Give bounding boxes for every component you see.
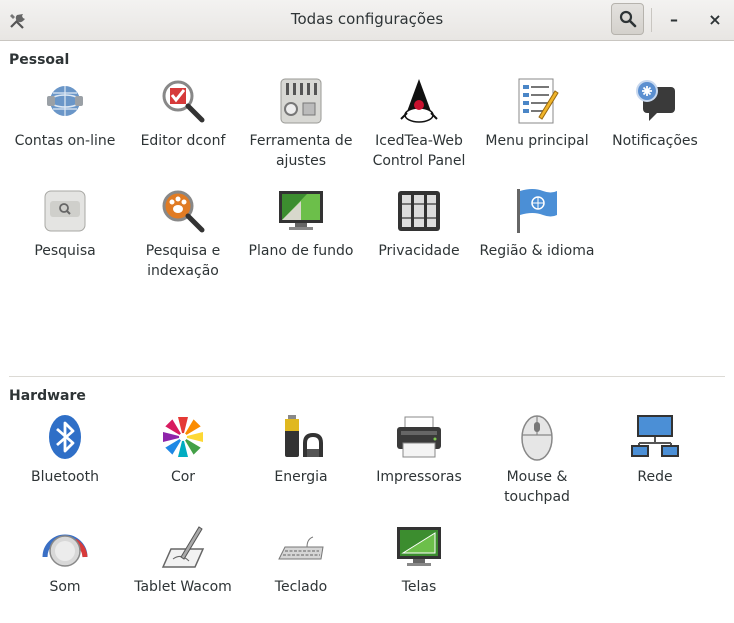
notifications-icon (636, 80, 675, 121)
background-icon (279, 191, 323, 230)
panel-network[interactable]: Rede (596, 413, 714, 487)
keyboard-icon (278, 536, 324, 560)
panel-main-menu[interactable]: Menu principal (478, 77, 596, 151)
section-title-pessoal: Pessoal (9, 52, 70, 68)
search-icon (619, 10, 637, 28)
wacom-tablet-icon (161, 526, 205, 568)
panel-label: IcedTea-Web Control Panel (372, 133, 466, 169)
online-accounts-icon (47, 86, 83, 116)
panel-label: Menu principal (485, 133, 589, 149)
panel-label: Editor dconf (140, 133, 226, 149)
panel-label: Região & idioma (479, 243, 595, 259)
panel-label: Cor (170, 469, 196, 485)
icedtea-icon (400, 79, 438, 123)
dconf-editor-icon (162, 80, 205, 123)
panel-search[interactable]: Pesquisa (6, 187, 124, 261)
panel-sound[interactable]: Som (6, 523, 124, 597)
panel-label: Teclado (274, 579, 328, 595)
panel-label: Ferramenta de ajustes (249, 133, 353, 169)
panel-mouse-touchpad[interactable]: Mouse & touchpad (478, 413, 596, 507)
panel-label: Plano de fundo (248, 243, 354, 259)
mouse-icon (521, 415, 553, 461)
search-button[interactable] (611, 3, 644, 35)
main-menu-icon (518, 78, 559, 124)
panel-keyboard[interactable]: Teclado (242, 523, 360, 597)
panel-label: Contas on-line (14, 133, 116, 149)
panel-label: Energia (274, 469, 328, 485)
panel-label: Telas (401, 579, 437, 595)
close-button[interactable]: × (703, 8, 727, 32)
panel-label: Notificações (612, 133, 698, 149)
section-divider (9, 376, 725, 377)
tweak-tool-icon (280, 78, 322, 124)
network-icon (631, 415, 679, 457)
header-separator (651, 8, 652, 32)
search-settings-icon (44, 190, 86, 232)
panel-color[interactable]: Cor (124, 413, 242, 487)
panel-printers[interactable]: Impressoras (360, 413, 478, 487)
panel-icedtea[interactable]: IcedTea-Web Control Panel (360, 77, 478, 171)
panel-label: Som (49, 579, 81, 595)
panel-wacom-tablet[interactable]: Tablet Wacom (124, 523, 242, 597)
panel-label: Mouse & touchpad (504, 469, 570, 505)
sound-icon (42, 534, 88, 567)
panel-label: Pesquisa e indexação (145, 243, 221, 279)
panel-label: Pesquisa (34, 243, 96, 259)
panel-privacy[interactable]: Privacidade (360, 187, 478, 261)
search-indexing-icon (162, 190, 205, 233)
panel-displays[interactable]: Telas (360, 523, 478, 597)
panel-region-language[interactable]: Região & idioma (478, 187, 596, 261)
region-language-icon (517, 189, 557, 233)
panel-search-indexing[interactable]: Pesquisa e indexação (124, 187, 242, 281)
panel-label: Bluetooth (31, 469, 99, 485)
power-icon (285, 415, 323, 457)
minimize-button[interactable]: – (662, 8, 686, 32)
panel-power[interactable]: Energia (242, 413, 360, 487)
panel-label: Tablet Wacom (134, 579, 232, 595)
panel-background[interactable]: Plano de fundo (242, 187, 360, 261)
section-title-hardware: Hardware (9, 388, 86, 404)
panel-label: Rede (637, 469, 673, 485)
bluetooth-icon (49, 415, 81, 459)
panel-label: Impressoras (376, 469, 462, 485)
displays-icon (397, 527, 441, 566)
panel-tweak-tool[interactable]: Ferramenta de ajustes (242, 77, 360, 171)
privacy-icon (398, 191, 440, 231)
panel-label: Privacidade (378, 243, 460, 259)
panel-dconf-editor[interactable]: Editor dconf (124, 77, 242, 151)
panel-online-accounts[interactable]: Contas on-line (6, 77, 124, 151)
header-bar: Todas configurações – × (0, 0, 734, 41)
panel-bluetooth[interactable]: Bluetooth (6, 413, 124, 487)
color-icon (163, 417, 203, 457)
panel-notifications[interactable]: Notificações (596, 77, 714, 151)
printer-icon (397, 416, 441, 458)
